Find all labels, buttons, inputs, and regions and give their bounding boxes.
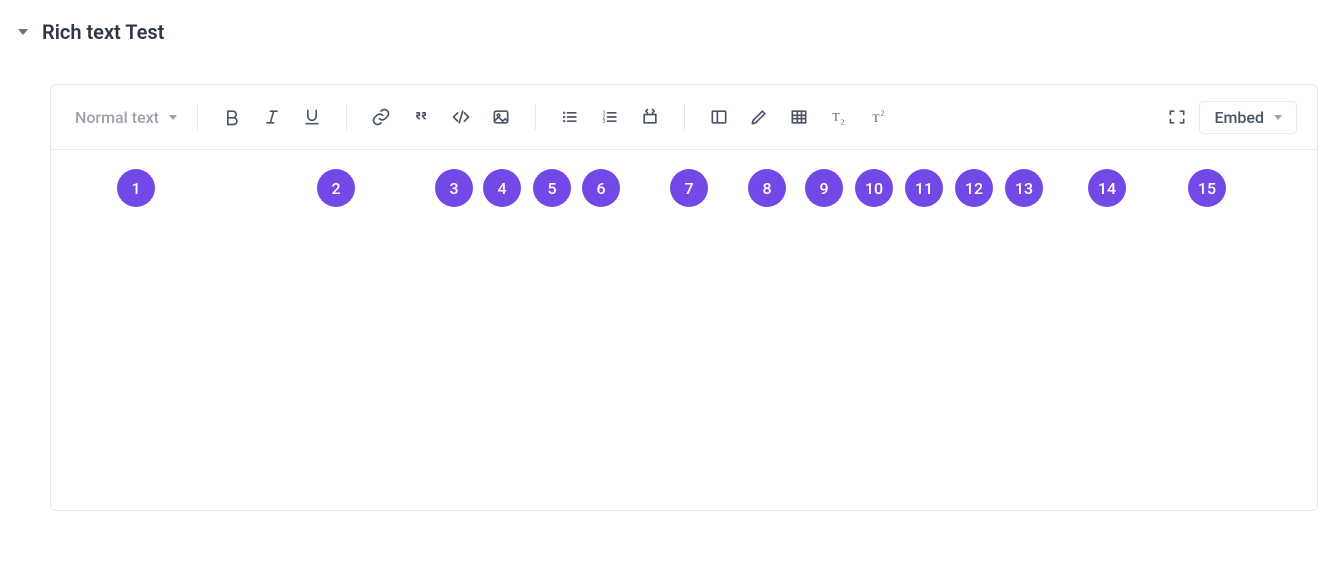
section-title: Rich text Test xyxy=(42,20,164,44)
code-block-icon xyxy=(640,107,660,127)
highlight-button[interactable] xyxy=(741,99,777,135)
italic-button[interactable] xyxy=(254,99,290,135)
toolbar-divider xyxy=(346,104,347,130)
link-icon xyxy=(371,107,391,127)
annotation-marker[interactable]: 14 xyxy=(1088,169,1126,207)
annotation-marker[interactable]: 2 xyxy=(317,169,355,207)
annotation-marker[interactable]: 1 xyxy=(117,169,155,207)
chevron-down-icon xyxy=(169,115,177,120)
annotation-marker[interactable]: 7 xyxy=(670,169,708,207)
embed-button[interactable]: Embed xyxy=(1199,101,1297,134)
code-button[interactable] xyxy=(443,99,479,135)
pen-icon xyxy=(749,107,769,127)
editor-content-area[interactable]: 123456789101112131415 xyxy=(51,150,1317,510)
annotation-marker[interactable]: 4 xyxy=(483,169,521,207)
subscript-icon: T2 xyxy=(829,107,849,127)
bullet-list-button[interactable] xyxy=(552,99,588,135)
bullet-list-icon xyxy=(560,107,580,127)
annotation-marker[interactable]: 8 xyxy=(748,169,786,207)
table-icon xyxy=(789,107,809,127)
svg-text:T: T xyxy=(832,110,839,123)
annotation-marker[interactable]: 9 xyxy=(805,169,843,207)
editor-toolbar: Normal text xyxy=(51,85,1317,150)
panel-icon xyxy=(709,107,729,127)
svg-text:2: 2 xyxy=(841,118,845,127)
collapse-toggle-icon[interactable] xyxy=(18,29,28,35)
code-block-button[interactable] xyxy=(632,99,668,135)
table-button[interactable] xyxy=(781,99,817,135)
embed-label: Embed xyxy=(1214,108,1264,127)
superscript-button[interactable]: T2 xyxy=(861,99,897,135)
toolbar-divider xyxy=(197,104,198,130)
numbered-list-button[interactable]: 123 xyxy=(592,99,628,135)
annotation-marker[interactable]: 5 xyxy=(533,169,571,207)
svg-text:T: T xyxy=(872,112,879,125)
blockquote-button[interactable] xyxy=(403,99,439,135)
bold-icon xyxy=(222,107,242,127)
code-icon xyxy=(451,107,471,127)
numbered-list-icon: 123 xyxy=(600,107,620,127)
annotation-marker[interactable]: 3 xyxy=(435,169,473,207)
toolbar-divider xyxy=(535,104,536,130)
image-button[interactable] xyxy=(483,99,519,135)
annotation-marker[interactable]: 11 xyxy=(905,169,943,207)
image-icon xyxy=(491,107,511,127)
annotation-marker[interactable]: 15 xyxy=(1188,169,1226,207)
svg-text:2: 2 xyxy=(881,108,885,117)
text-style-dropdown[interactable]: Normal text xyxy=(71,106,181,129)
fullscreen-button[interactable] xyxy=(1159,99,1195,135)
text-style-label: Normal text xyxy=(75,108,159,127)
panel-button[interactable] xyxy=(701,99,737,135)
underline-icon xyxy=(302,107,322,127)
annotation-marker[interactable]: 10 xyxy=(855,169,893,207)
quote-icon xyxy=(411,107,431,127)
annotation-marker[interactable]: 12 xyxy=(955,169,993,207)
toolbar-divider xyxy=(684,104,685,130)
bold-button[interactable] xyxy=(214,99,250,135)
marker-row: 123456789101112131415 xyxy=(65,164,1303,212)
chevron-down-icon xyxy=(1274,115,1282,120)
svg-text:3: 3 xyxy=(602,119,605,125)
annotation-marker[interactable]: 6 xyxy=(582,169,620,207)
superscript-icon: T2 xyxy=(869,107,889,127)
underline-button[interactable] xyxy=(294,99,330,135)
subscript-button[interactable]: T2 xyxy=(821,99,857,135)
italic-icon xyxy=(262,107,282,127)
fullscreen-icon xyxy=(1167,107,1187,127)
link-button[interactable] xyxy=(363,99,399,135)
rich-text-editor: Normal text xyxy=(50,84,1318,511)
annotation-marker[interactable]: 13 xyxy=(1005,169,1043,207)
